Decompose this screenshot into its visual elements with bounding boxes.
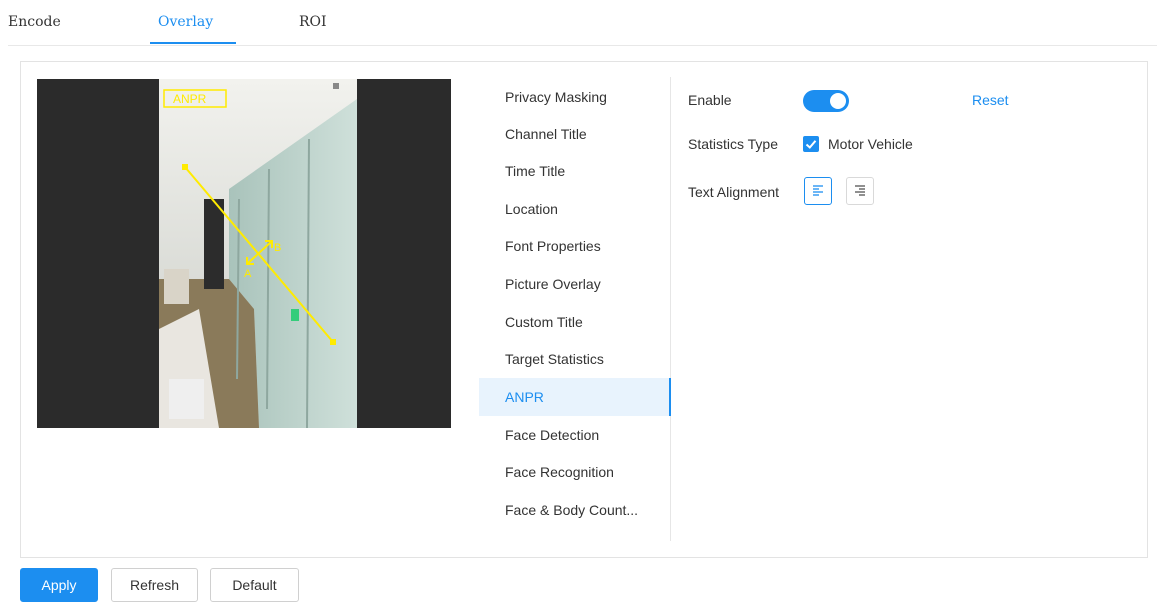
text-alignment-label: Text Alignment bbox=[688, 184, 780, 200]
line-end-handle bbox=[330, 339, 336, 345]
statistics-type-label: Statistics Type bbox=[688, 136, 779, 152]
menu-item-font-properties[interactable]: Font Properties bbox=[479, 227, 671, 265]
align-right-icon bbox=[855, 185, 865, 196]
menu-item-face-body-count[interactable]: Face & Body Count... bbox=[479, 491, 671, 529]
tab-bar: Encode Overlay ROI bbox=[8, 0, 1157, 46]
point-b-label: B bbox=[274, 242, 281, 254]
line-start-handle bbox=[182, 164, 188, 170]
menu-item-location[interactable]: Location bbox=[479, 190, 671, 228]
toggle-knob bbox=[830, 93, 846, 109]
default-button[interactable]: Default bbox=[210, 568, 299, 602]
enable-toggle[interactable] bbox=[803, 90, 849, 112]
check-icon bbox=[805, 140, 817, 149]
active-tab-indicator bbox=[150, 42, 236, 44]
apply-button[interactable]: Apply bbox=[20, 568, 98, 602]
refresh-button[interactable]: Refresh bbox=[111, 568, 198, 602]
menu-item-face-detection[interactable]: Face Detection bbox=[479, 416, 671, 454]
point-a-label: A bbox=[244, 268, 252, 280]
menu-item-privacy-masking[interactable]: Privacy Masking bbox=[479, 78, 671, 116]
tab-roi[interactable]: ROI bbox=[299, 0, 327, 44]
align-left-button[interactable] bbox=[804, 177, 832, 205]
menu-item-custom-title[interactable]: Custom Title bbox=[479, 303, 671, 341]
align-left-icon bbox=[813, 185, 823, 196]
anpr-box-label: ANPR bbox=[173, 92, 207, 106]
align-right-button[interactable] bbox=[846, 177, 874, 205]
motor-vehicle-checkbox[interactable] bbox=[803, 136, 819, 152]
tab-encode[interactable]: Encode bbox=[8, 0, 61, 44]
motor-vehicle-label: Motor Vehicle bbox=[828, 136, 913, 152]
menu-item-target-statistics[interactable]: Target Statistics bbox=[479, 340, 671, 378]
menu-item-time-title[interactable]: Time Title bbox=[479, 152, 671, 190]
tab-overlay[interactable]: Overlay bbox=[158, 0, 213, 44]
menu-item-anpr[interactable]: ANPR bbox=[479, 378, 671, 416]
overlay-menu: Privacy Masking Channel Title Time Title… bbox=[479, 77, 671, 541]
counting-line bbox=[184, 166, 334, 343]
detection-overlay: ANPR A B bbox=[163, 89, 336, 345]
enable-label: Enable bbox=[688, 92, 732, 108]
menu-item-channel-title[interactable]: Channel Title bbox=[479, 115, 671, 153]
menu-item-picture-overlay[interactable]: Picture Overlay bbox=[479, 265, 671, 303]
video-preview: ANPR A B bbox=[37, 79, 451, 428]
menu-item-face-recognition[interactable]: Face Recognition bbox=[479, 453, 671, 491]
reset-link[interactable]: Reset bbox=[972, 92, 1009, 108]
